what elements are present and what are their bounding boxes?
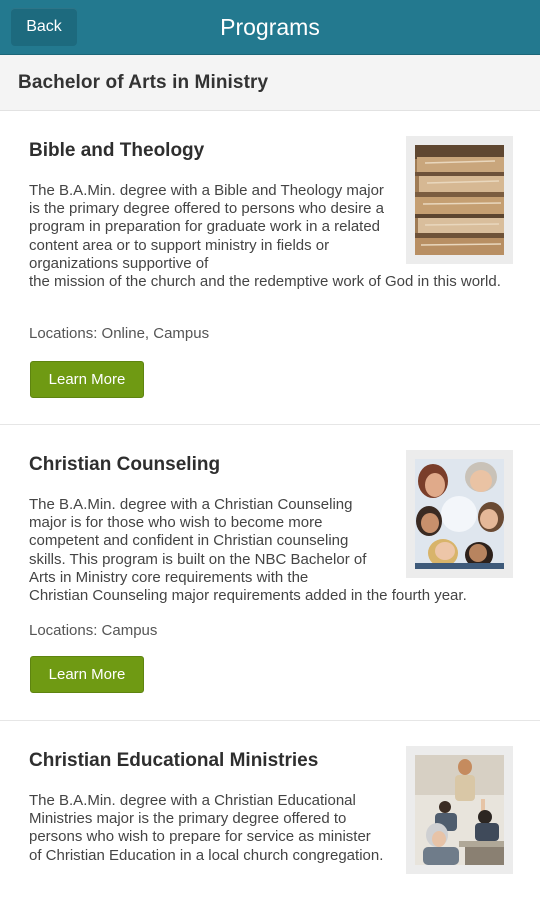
classroom-photo bbox=[415, 755, 504, 865]
program-card-bible-theology: Bible and Theology The B.A.Min. degree w… bbox=[0, 112, 540, 425]
program-title: Christian Counseling bbox=[29, 454, 221, 475]
section-header: Bachelor of Arts in Ministry bbox=[0, 55, 540, 111]
program-title: Bible and Theology bbox=[29, 140, 205, 161]
group-huddle-photo bbox=[415, 459, 504, 569]
program-title: Christian Educational Ministries bbox=[29, 750, 319, 771]
description-text-continued: Christian Counseling major requirements … bbox=[29, 587, 467, 605]
program-description: The B.A.Min. degree with a Christian Edu… bbox=[29, 792, 384, 865]
program-locations: Locations: Campus bbox=[29, 622, 158, 639]
learn-more-button[interactable]: Learn More bbox=[30, 656, 144, 693]
program-card-christian-counseling: Christian Counseling The B.A.Min. degree… bbox=[0, 425, 540, 721]
stacked-books-photo bbox=[415, 145, 504, 255]
program-thumbnail[interactable] bbox=[406, 746, 513, 874]
description-text: The B.A.Min. degree with a Christian Edu… bbox=[29, 792, 384, 864]
page-title: Programs bbox=[220, 14, 320, 40]
program-card-christian-educational-ministries: Christian Educational Ministries The B.A… bbox=[0, 721, 540, 900]
program-thumbnail[interactable] bbox=[406, 136, 513, 264]
top-bar: Back Programs bbox=[0, 0, 540, 55]
section-title: Bachelor of Arts in Ministry bbox=[18, 72, 269, 93]
program-thumbnail[interactable] bbox=[406, 450, 513, 578]
program-locations: Locations: Online, Campus bbox=[29, 325, 210, 342]
learn-more-button[interactable]: Learn More bbox=[30, 361, 144, 398]
description-text-continued: the mission of the church and the redemp… bbox=[29, 273, 501, 291]
description-text: The B.A.Min. degree with a Bible and The… bbox=[29, 182, 384, 272]
description-text: The B.A.Min. degree with a Christian Cou… bbox=[29, 496, 367, 586]
